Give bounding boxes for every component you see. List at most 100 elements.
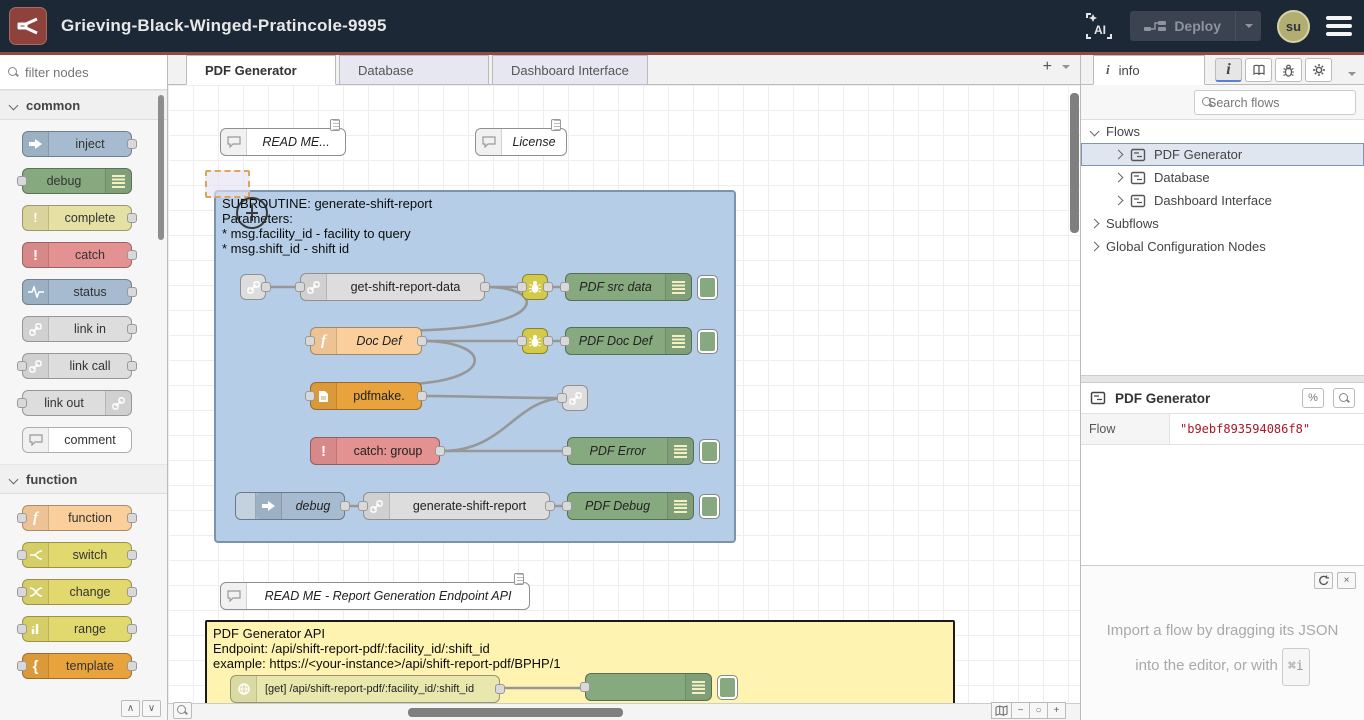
palette-node-switch[interactable]: switch (22, 542, 132, 568)
palette-scroll-down-button[interactable]: ∨ (142, 700, 161, 717)
tree-item-subflows[interactable]: Subflows (1081, 212, 1364, 235)
palette-node-link-in[interactable]: link in (22, 316, 132, 342)
palette-node-link-call[interactable]: link call (22, 353, 132, 379)
port[interactable] (517, 336, 527, 346)
link-call-node-generate-shift-report[interactable]: generate-shift-report (363, 492, 550, 520)
sidebar-config-button[interactable] (1305, 58, 1332, 82)
canvas-horizontal-scrollbar[interactable] (408, 708, 623, 717)
palette-filter-input[interactable] (25, 65, 145, 80)
port[interactable] (340, 501, 350, 511)
debug-toggle-button[interactable] (717, 675, 738, 700)
sidebar-debug-button[interactable] (1275, 58, 1302, 82)
palette-node-status[interactable]: status (22, 279, 132, 305)
port[interactable] (560, 336, 570, 346)
ai-assistant-button[interactable]: AI (1084, 11, 1114, 41)
add-flow-button[interactable]: + (1043, 59, 1052, 75)
zoom-out-button[interactable]: − (1011, 702, 1030, 719)
port[interactable] (545, 501, 555, 511)
port[interactable] (543, 336, 553, 346)
palette-node-range[interactable]: range (22, 616, 132, 642)
port[interactable] (417, 391, 427, 401)
inject-trigger-button[interactable] (236, 493, 256, 519)
search-flows-input[interactable] (1208, 96, 1364, 110)
port[interactable] (295, 282, 305, 292)
debug-toggle-button[interactable] (697, 275, 718, 300)
debug-toggle-button[interactable] (699, 494, 720, 519)
comment-node-readme[interactable]: READ ME... (220, 128, 346, 156)
palette-node-link-out[interactable]: link out (22, 390, 132, 416)
tree-item-global-config[interactable]: Global Configuration Nodes (1081, 235, 1364, 258)
comment-node-license[interactable]: License (475, 128, 567, 156)
bug-node[interactable] (522, 274, 548, 300)
zoom-in-button[interactable]: + (1047, 702, 1066, 719)
port[interactable] (562, 446, 572, 456)
port[interactable] (560, 282, 570, 292)
function-node-doc-def[interactable]: f Doc Def (310, 327, 422, 355)
port[interactable] (417, 336, 427, 346)
zoom-reset-button[interactable]: ○ (1029, 702, 1048, 719)
copy-link-button[interactable]: % (1302, 388, 1324, 408)
flow-list-caret[interactable] (1062, 65, 1070, 73)
tab-database[interactable]: Database (339, 55, 489, 84)
user-avatar[interactable]: su (1277, 10, 1310, 43)
palette-section-function[interactable]: function (0, 464, 167, 494)
canvas-search-button[interactable] (173, 702, 192, 719)
debug-node-pdf-doc-def[interactable]: PDF Doc Def (565, 327, 692, 355)
port[interactable] (562, 501, 572, 511)
palette-node-complete[interactable]: ! complete (22, 205, 132, 231)
port[interactable] (305, 336, 315, 346)
search-flows-box[interactable] (1194, 90, 1356, 115)
debug-node-pdf-error[interactable]: PDF Error (567, 437, 694, 465)
deploy-options-caret[interactable] (1235, 11, 1261, 41)
tab-pdf-generator[interactable]: PDF Generator (186, 55, 336, 85)
debug-toggle-button[interactable] (699, 439, 720, 464)
palette-node-template[interactable]: { template (22, 653, 132, 679)
link-out-node[interactable] (562, 385, 588, 411)
palette-scroll-up-button[interactable]: ∧ (121, 700, 140, 717)
palette-node-catch[interactable]: ! catch (22, 242, 132, 268)
link-call-node-get-shift-report-data[interactable]: get-shift-report-data (300, 273, 485, 301)
port[interactable] (358, 501, 368, 511)
debug-node-pdf-debug[interactable]: PDF Debug (567, 492, 694, 520)
navigator-button[interactable] (991, 702, 1012, 719)
palette-node-inject[interactable]: inject (22, 131, 132, 157)
main-menu-button[interactable] (1326, 16, 1352, 36)
bug-node[interactable] (522, 328, 548, 354)
inject-node-debug[interactable]: debug (235, 492, 345, 520)
palette-node-comment[interactable]: comment (22, 427, 132, 453)
close-tip-button[interactable]: × (1337, 572, 1356, 589)
sidebar-tabs-caret[interactable] (1348, 72, 1356, 80)
port[interactable] (480, 282, 490, 292)
catch-node-group[interactable]: ! catch: group (310, 437, 440, 465)
port[interactable] (305, 391, 315, 401)
tree-item-dashboard-interface[interactable]: Dashboard Interface (1081, 189, 1364, 212)
tree-item-flows[interactable]: Flows (1081, 120, 1364, 143)
port[interactable] (261, 282, 271, 292)
palette-scrollbar[interactable] (158, 95, 164, 240)
palette-node-function[interactable]: f function (22, 505, 132, 531)
deploy-button[interactable]: Deploy (1130, 11, 1261, 41)
tab-dashboard-interface[interactable]: Dashboard Interface (492, 55, 648, 84)
sidebar-help-button[interactable] (1245, 58, 1272, 82)
link-in-node[interactable] (240, 274, 266, 300)
port[interactable] (543, 282, 553, 292)
comment-node-api-readme[interactable]: READ ME - Report Generation Endpoint API (220, 582, 530, 610)
tab-info[interactable]: i info (1093, 55, 1205, 85)
port[interactable] (435, 446, 445, 456)
palette-node-change[interactable]: change (22, 579, 132, 605)
workspace[interactable]: SUBROUTINE: generate-shift-report Parame… (168, 85, 1080, 720)
port[interactable] (580, 682, 590, 692)
tree-item-pdf-generator[interactable]: PDF Generator (1081, 143, 1364, 166)
details-search-button[interactable] (1333, 388, 1355, 408)
pdfmake-node[interactable]: pdfmake. (310, 382, 422, 410)
tree-item-database[interactable]: Database (1081, 166, 1364, 189)
debug-node-clipped[interactable] (585, 673, 712, 701)
canvas-vertical-scrollbar[interactable] (1070, 93, 1079, 233)
palette-node-debug[interactable]: debug (22, 168, 132, 194)
sidebar-divider[interactable] (1081, 375, 1364, 383)
port[interactable] (517, 282, 527, 292)
debug-node-pdf-src-data[interactable]: PDF src data (565, 273, 692, 301)
sidebar-info-button[interactable]: i (1215, 58, 1242, 82)
palette-filter[interactable] (0, 55, 167, 90)
port[interactable] (495, 684, 505, 694)
